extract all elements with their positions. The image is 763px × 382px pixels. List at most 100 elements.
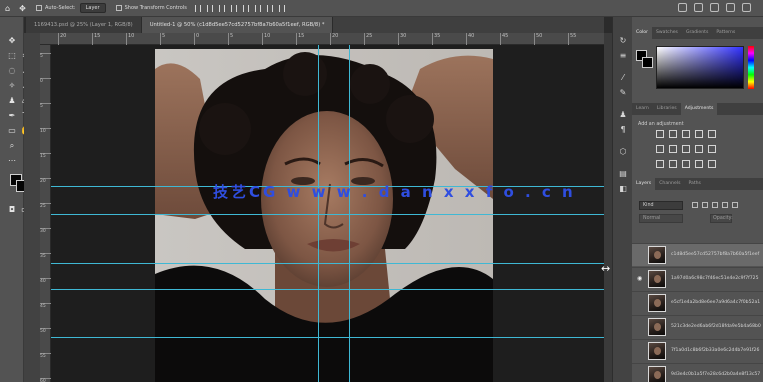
posterize-icon[interactable]	[669, 160, 677, 168]
lasso-icon[interactable]: ◌	[7, 66, 17, 76]
clone-source-icon[interactable]: ♟	[618, 110, 628, 120]
gradient-map-icon[interactable]	[695, 160, 703, 168]
layer-thumbnail	[648, 294, 666, 312]
curves-icon[interactable]	[682, 130, 690, 138]
color-picker-field[interactable]	[656, 46, 744, 89]
horizontal-ruler[interactable]: 20 15 10 5 0 5 10 15 20 25 30 35 40 45 5…	[40, 33, 604, 45]
opacity-label[interactable]: Opacity:	[710, 214, 733, 223]
3d-orbit-icon[interactable]	[678, 3, 687, 12]
3d-pan-icon[interactable]	[710, 3, 719, 12]
align-right-icon[interactable]	[218, 4, 225, 12]
brushes-icon[interactable]: ✎	[618, 88, 628, 98]
hue-saturation-icon[interactable]	[656, 145, 664, 153]
tab-swatches[interactable]: Swatches	[652, 27, 682, 39]
align-center-icon[interactable]	[206, 4, 213, 12]
photo-filter-icon[interactable]	[695, 145, 703, 153]
home-icon[interactable]: ⌂	[3, 4, 12, 13]
align-middle-icon[interactable]	[242, 4, 249, 12]
layer-visibility-toggle[interactable]	[637, 371, 644, 378]
guide-horizontal[interactable]	[51, 289, 604, 290]
tab-document-1[interactable]: 1169413.psd @ 25% (Layer 1, RGB/8)	[26, 17, 142, 33]
filter-pixel-icon[interactable]	[692, 202, 698, 208]
align-left-icon[interactable]	[194, 4, 201, 12]
tab-document-2[interactable]: Untitled-1 @ 50% (c1d8d5ee57cd52757bf8a7…	[141, 17, 334, 33]
right-panels: Color Swatches Gradients Patterns Learn …	[632, 17, 763, 382]
pen-icon[interactable]: ✒	[7, 111, 17, 121]
history-icon[interactable]: ↻	[618, 36, 628, 46]
layer-name: e5cf1e4a2bd8e6ee7a9d6a4c7f0b52a1	[671, 300, 761, 305]
navigator-icon[interactable]: ◧	[618, 184, 628, 194]
3d-icon[interactable]: ⬡	[618, 147, 628, 157]
guide-horizontal[interactable]	[51, 337, 604, 338]
tab-color[interactable]: Color	[632, 27, 652, 39]
shape-icon[interactable]: ▭	[7, 126, 17, 136]
magic-wand-icon[interactable]: ✧	[7, 81, 17, 91]
layer-visibility-toggle[interactable]	[637, 299, 644, 306]
hue-slider[interactable]	[748, 46, 754, 89]
auto-select-dropdown[interactable]: Layer	[79, 3, 106, 13]
filter-type-icon[interactable]	[712, 202, 718, 208]
layer-filter-icons	[692, 202, 738, 208]
guide-horizontal[interactable]	[51, 263, 604, 264]
tab-patterns[interactable]: Patterns	[712, 27, 739, 39]
tab-gradients[interactable]: Gradients	[682, 27, 712, 39]
selective-color-icon[interactable]	[708, 160, 716, 168]
channel-mixer-icon[interactable]	[708, 145, 716, 153]
layer-visibility-toggle[interactable]	[637, 347, 644, 354]
vibrance-icon[interactable]	[708, 130, 716, 138]
move-icon[interactable]: ✥	[7, 36, 17, 46]
levels-icon[interactable]	[669, 130, 677, 138]
eye-icon[interactable]: ◉	[637, 275, 644, 282]
filter-shape-icon[interactable]	[722, 202, 728, 208]
tab-adjustments[interactable]: Adjustments	[680, 103, 718, 115]
brightness-icon[interactable]	[656, 130, 664, 138]
color-balance-icon[interactable]	[669, 145, 677, 153]
tab-channels[interactable]: Channels	[655, 178, 684, 190]
canvas-scrollbar[interactable]	[604, 33, 612, 382]
3d-roll-icon[interactable]	[694, 3, 703, 12]
distribute-vertical-icon[interactable]	[278, 4, 285, 12]
tab-libraries[interactable]: Libraries	[653, 103, 681, 115]
invert-icon[interactable]	[656, 160, 664, 168]
tab-paths[interactable]: Paths	[684, 178, 705, 190]
align-top-icon[interactable]	[230, 4, 237, 12]
layer-row[interactable]: 9d3e4c0b1a5f7e28c6d2b0a4e8f13c57	[632, 363, 763, 382]
align-bottom-icon[interactable]	[254, 4, 261, 12]
tools-panel: ✥ ⬚ ◌ ✧ ♟ ✒ ▭ ⌕ ⋯ ⌗ ⁄ ⁄ ▱ T ✋ ◘ ▭	[0, 17, 30, 382]
auto-select-checkbox[interactable]	[36, 5, 42, 11]
stamp-icon[interactable]: ♟	[7, 96, 17, 106]
guide-horizontal[interactable]	[51, 214, 604, 215]
info-icon[interactable]: ▤	[618, 169, 628, 179]
3d-scale-icon[interactable]	[742, 3, 751, 12]
zoom-icon[interactable]: ⌕	[7, 141, 17, 151]
layer-visibility-toggle[interactable]	[637, 323, 644, 330]
color-background[interactable]	[642, 57, 653, 68]
filter-adjustment-icon[interactable]	[702, 202, 708, 208]
tab-layers[interactable]: Layers	[632, 178, 656, 190]
exposure-icon[interactable]	[695, 130, 703, 138]
layer-row[interactable]: ◉ 1a97d0a6c98c7f46ec51e4e2c9f7f725	[632, 267, 763, 290]
layer-visibility-toggle[interactable]	[637, 251, 644, 258]
black-white-icon[interactable]	[682, 145, 690, 153]
tab-learn[interactable]: Learn	[632, 103, 653, 115]
vertical-ruler[interactable]: 5 0 5 10 15 20 25 30 35 40 45 50 55 60	[40, 45, 51, 382]
show-transform-checkbox[interactable]	[115, 5, 122, 11]
paragraph-icon[interactable]: ¶	[618, 125, 628, 135]
quick-mask-icon[interactable]: ◘	[7, 205, 17, 215]
distribute-icon[interactable]	[266, 4, 273, 12]
properties-icon[interactable]: ≡	[618, 51, 628, 61]
filter-smart-icon[interactable]	[732, 202, 738, 208]
layer-row[interactable]: 521c3de2ed6ab6f2d18fda9e5b4a68b0	[632, 315, 763, 338]
threshold-icon[interactable]	[682, 160, 690, 168]
brush-settings-icon[interactable]: ⁄	[618, 73, 628, 83]
3d-slide-icon[interactable]	[726, 3, 735, 12]
layer-row[interactable]: 7f1a0d1c8b6f2b33a0e6c2d4b7e91f26	[632, 339, 763, 362]
document-canvas[interactable]: 技艺CG w w w . d a n x x f o . c n	[51, 45, 604, 382]
kind-filter-dropdown[interactable]: Kind	[639, 201, 683, 210]
more-tools-icon[interactable]: ⋯	[7, 156, 17, 166]
blend-mode-dropdown[interactable]: Normal	[639, 214, 683, 223]
move-tool-icon[interactable]: ✥	[18, 4, 27, 13]
layer-row[interactable]: e5cf1e4a2bd8e6ee7a9d6a4c7f0b52a1	[632, 291, 763, 314]
layer-row[interactable]: c1d8d5ee57cd52757bf8a7b60a5f1eef	[632, 243, 763, 266]
marquee-icon[interactable]: ⬚	[7, 51, 17, 61]
